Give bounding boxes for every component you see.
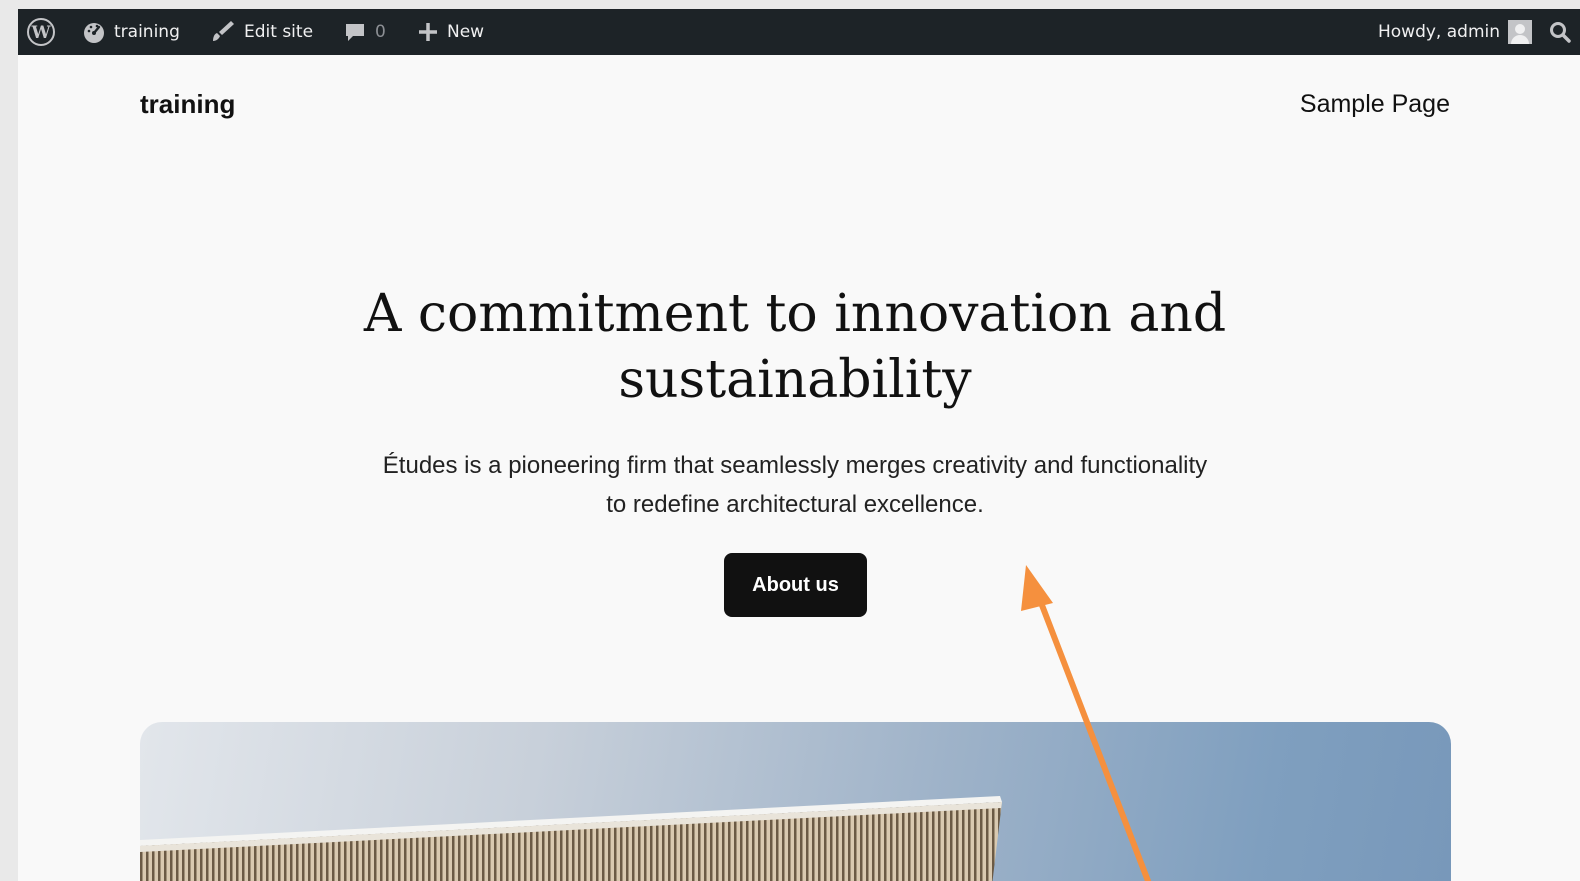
about-us-button[interactable]: About us <box>724 553 867 617</box>
comments-count: 0 <box>375 22 386 42</box>
site-name-label: training <box>114 22 180 42</box>
hero-description: Études is a pioneering firm that seamles… <box>382 452 1208 518</box>
edit-site-label: Edit site <box>244 22 314 42</box>
comment-icon <box>346 24 364 41</box>
avatar <box>1508 20 1532 44</box>
search-icon <box>1550 22 1571 43</box>
hero-building-image <box>140 722 1451 881</box>
comments-link[interactable]: 0 <box>343 9 386 55</box>
admin-bar: W training Edit site 0 New Howdy, admin <box>18 9 1580 55</box>
new-content-menu[interactable]: New <box>417 9 484 55</box>
wordpress-menu[interactable]: W <box>26 9 56 55</box>
new-label: New <box>447 22 485 42</box>
plus-icon <box>419 23 437 41</box>
search-button[interactable] <box>1548 9 1572 55</box>
greeting-label: Howdy, admin <box>1377 22 1500 42</box>
edit-site-link[interactable]: Edit site <box>210 9 313 55</box>
dashboard-icon <box>84 23 104 43</box>
nav-link-sample-page[interactable]: Sample Page <box>1300 90 1450 119</box>
site-name-menu[interactable]: training <box>82 9 180 55</box>
hero-heading: A commitment to innovation and sustainab… <box>363 284 1227 410</box>
svg-text:W: W <box>30 23 51 43</box>
my-account-menu[interactable]: Howdy, admin <box>1378 9 1532 55</box>
wordpress-logo-icon: W <box>27 18 55 46</box>
browser-viewport: W training Edit site 0 New Howdy, admin … <box>18 9 1580 881</box>
site-title[interactable]: training <box>140 89 235 120</box>
brush-icon <box>213 21 234 41</box>
